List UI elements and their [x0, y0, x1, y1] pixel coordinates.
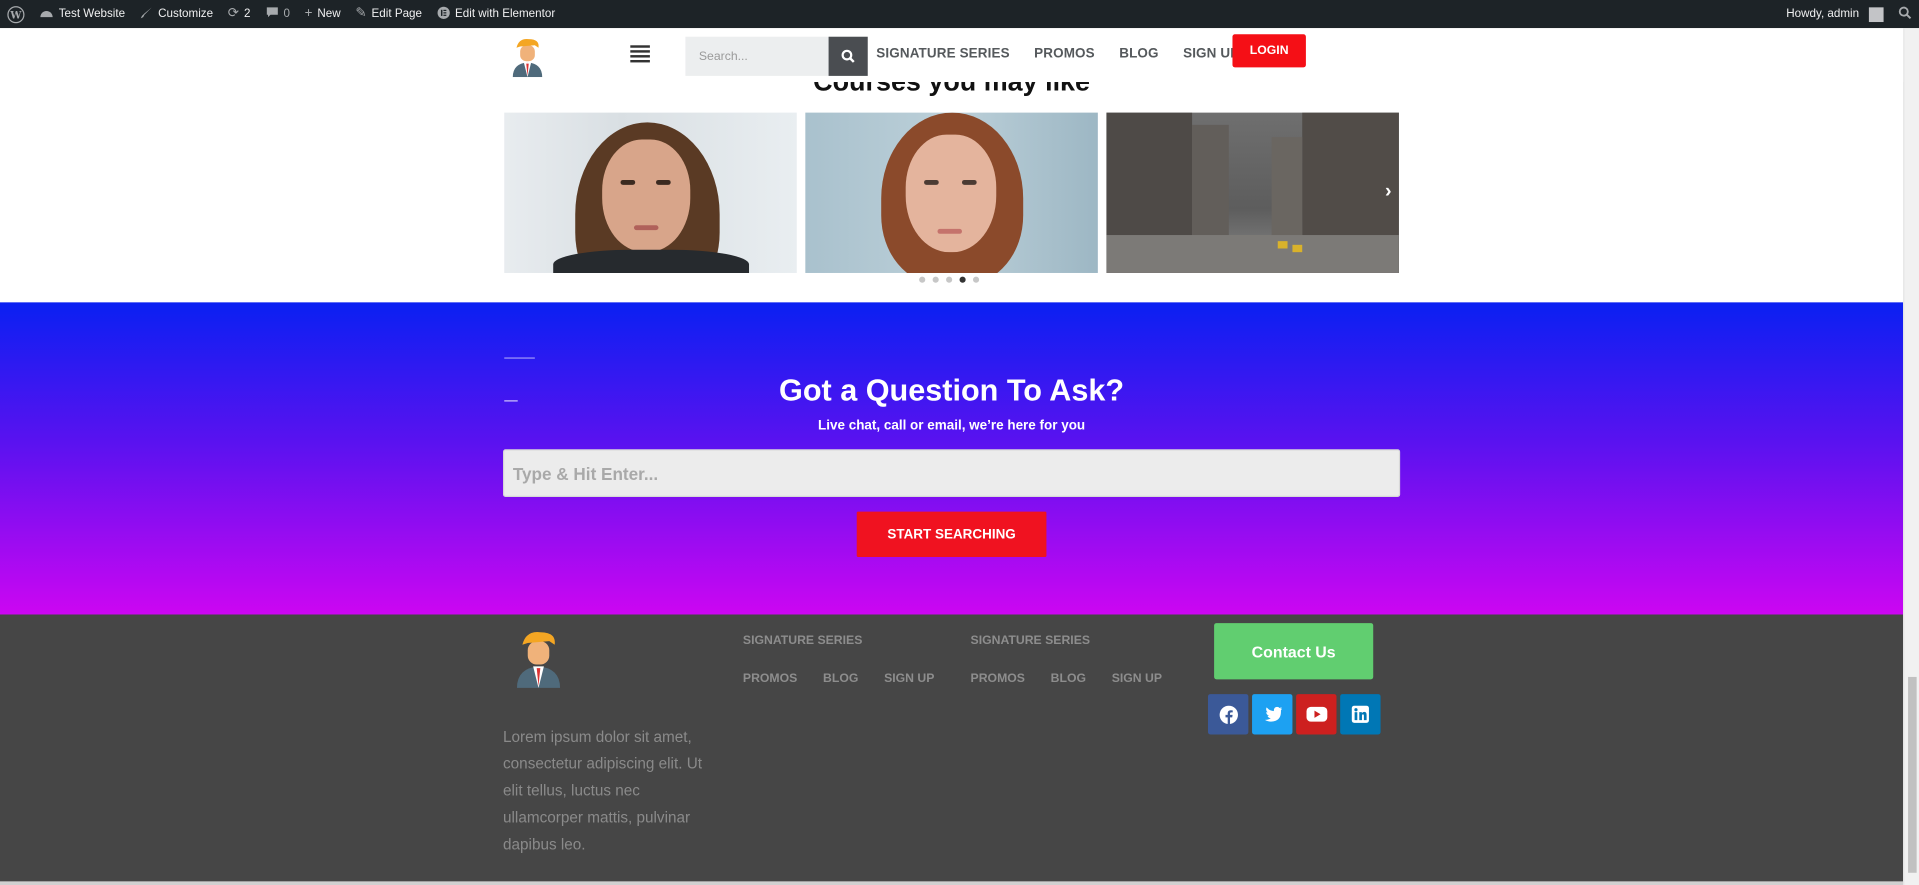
twitter-icon	[1264, 706, 1282, 721]
youtube-button[interactable]	[1296, 694, 1337, 735]
header-search	[685, 36, 869, 76]
carousel-dot[interactable]	[932, 276, 939, 283]
nav-signature-series[interactable]: SIGNATURE SERIES	[876, 47, 1009, 62]
footer-nav-sign-up[interactable]: SIGN UP	[884, 672, 934, 685]
customize-menu[interactable]: Customize	[132, 0, 220, 28]
course-card[interactable]	[805, 112, 1098, 273]
wordpress-icon: W	[7, 5, 25, 23]
footer-logo[interactable]	[512, 627, 566, 688]
carousel-dot[interactable]	[946, 276, 953, 283]
footer-description: Lorem ipsum dolor sit amet, consectetur …	[503, 728, 703, 854]
customize-label: Customize	[158, 7, 214, 21]
edit-page-label: Edit Page	[371, 7, 422, 21]
course-card[interactable]	[504, 112, 797, 273]
start-searching-button[interactable]: START SEARCHING	[856, 511, 1047, 557]
nav-promos[interactable]: PROMOS	[1034, 47, 1095, 62]
footer-nav-promos[interactable]: PROMOS	[971, 672, 1025, 685]
login-button[interactable]: LOGIN	[1232, 34, 1306, 68]
footer-nav-blog[interactable]: BLOG	[823, 672, 858, 685]
brush-icon	[140, 6, 153, 23]
facebook-icon	[1219, 705, 1238, 725]
course-image-city-street	[1106, 112, 1399, 273]
question-subtitle: Live chat, call or email, we’re here for…	[818, 418, 1086, 434]
edit-page-menu[interactable]: ✎ Edit Page	[348, 0, 429, 28]
nav-sign-up[interactable]: SIGN UP	[1183, 47, 1239, 62]
scaled-viewport: W Test Website Customize ⟳ 2 0 + New ✎ E…	[0, 0, 1919, 885]
question-section: Got a Question To Ask? Live chat, call o…	[0, 302, 1904, 615]
my-account-menu[interactable]: Howdy, admin	[1779, 0, 1891, 28]
avatar	[1868, 6, 1884, 22]
course-image-woman-1	[504, 113, 797, 273]
footer-nav-signature-series[interactable]: SIGNATURE SERIES	[971, 634, 1090, 647]
footer-nav-blog[interactable]: BLOG	[1051, 672, 1086, 685]
nav-blog[interactable]: BLOG	[1119, 47, 1158, 62]
edit-elementor-menu[interactable]: Edit with Elementor	[429, 0, 562, 28]
dashboard-icon	[39, 6, 54, 22]
scrollbar-thumb[interactable]	[1908, 676, 1917, 873]
carousel-dot[interactable]	[919, 276, 926, 283]
course-card[interactable]: ›	[1106, 112, 1399, 273]
businessman-icon	[516, 632, 561, 688]
footer-nav-promos[interactable]: PROMOS	[743, 672, 797, 685]
linkedin-button[interactable]	[1340, 694, 1381, 735]
site-header: SIGNATURE SERIES PROMOS BLOG SIGN UP LOG…	[0, 28, 1904, 83]
admin-search[interactable]	[1891, 0, 1919, 28]
course-image-woman-2	[805, 112, 1098, 273]
updates-icon: ⟳	[227, 6, 240, 21]
linkedin-icon	[1351, 705, 1369, 723]
comment-icon	[265, 6, 278, 22]
new-content-menu[interactable]: + New	[297, 0, 348, 28]
wp-logo-menu[interactable]: W	[0, 0, 32, 28]
twitter-button[interactable]	[1252, 694, 1293, 735]
businessman-icon	[512, 39, 543, 78]
site-name-label: Test Website	[58, 7, 126, 21]
carousel-next-arrow[interactable]: ›	[1385, 181, 1392, 203]
main-nav: SIGNATURE SERIES PROMOS BLOG SIGN UP	[876, 47, 1239, 62]
edit-elementor-label: Edit with Elementor	[455, 7, 556, 21]
contact-us-button[interactable]: Contact Us	[1214, 623, 1374, 680]
search-icon	[841, 49, 855, 63]
carousel-dots	[919, 276, 980, 283]
header-search-button[interactable]	[828, 36, 868, 76]
wp-admin-bar: W Test Website Customize ⟳ 2 0 + New ✎ E…	[0, 0, 1919, 29]
footer-nav-sign-up[interactable]: SIGN UP	[1112, 672, 1162, 685]
plus-icon: +	[304, 6, 313, 21]
footer-nav-1: SIGNATURE SERIES PROMOS BLOG SIGN UP	[743, 634, 935, 685]
facebook-button[interactable]	[1207, 694, 1249, 735]
footer-nav-2: SIGNATURE SERIES PROMOS BLOG SIGN UP	[971, 634, 1163, 685]
howdy-label: Howdy, admin	[1786, 7, 1860, 21]
admin-bar-right: Howdy, admin	[1779, 0, 1919, 28]
updates-menu[interactable]: ⟳ 2	[220, 0, 257, 28]
menu-toggle-icon[interactable]	[630, 45, 650, 63]
new-label: New	[317, 7, 341, 21]
site-footer: Lorem ipsum dolor sit amet, consectetur …	[0, 614, 1904, 885]
bottom-edge	[0, 881, 1919, 885]
site-name-menu[interactable]: Test Website	[32, 0, 133, 28]
elementor-icon	[437, 6, 450, 23]
comments-count: 0	[283, 7, 290, 21]
question-title: Got a Question To Ask?	[779, 373, 1125, 408]
page: W Test Website Customize ⟳ 2 0 + New ✎ E…	[0, 0, 1919, 885]
search-icon	[1898, 6, 1912, 23]
page-scrollbar[interactable]	[1903, 28, 1919, 885]
comments-menu[interactable]: 0	[258, 0, 298, 28]
pencil-icon: ✎	[355, 6, 367, 21]
carousel-dot[interactable]	[973, 276, 980, 283]
footer-nav-signature-series[interactable]: SIGNATURE SERIES	[743, 634, 862, 647]
decorative-line	[504, 357, 535, 359]
question-search-input[interactable]	[503, 449, 1401, 497]
header-search-input[interactable]	[685, 36, 829, 76]
youtube-icon	[1305, 706, 1327, 722]
updates-count: 2	[243, 7, 251, 21]
carousel-dot-active[interactable]	[959, 276, 966, 283]
site-logo[interactable]	[509, 35, 546, 78]
